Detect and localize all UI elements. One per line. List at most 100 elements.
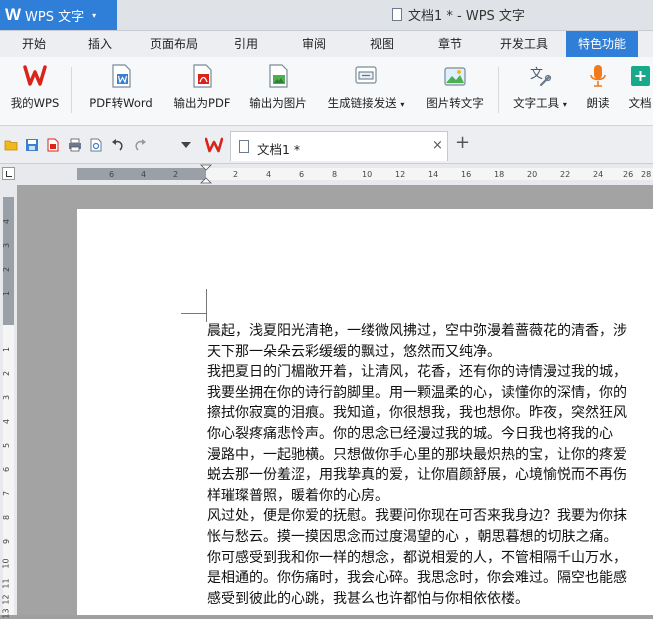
tab-home[interactable]: 开始 [8, 31, 60, 57]
document-tool-label: 文档 [628, 96, 652, 110]
pdf-to-word-button[interactable]: PDF转Word [82, 63, 160, 119]
pdf-to-word-label: PDF转Word [89, 96, 153, 110]
title-bar: W WPS 文字 ▾ 文档1 * - WPS 文字 [0, 0, 653, 31]
ruler-number: 18 [494, 170, 505, 179]
ruler-number: 4 [266, 170, 272, 179]
new-tab-icon[interactable]: + [455, 132, 470, 153]
text-line: 晨起，浅夏阳光清艳，一缕微风拂过，空中弥漫着蔷薇花的清香，涉 [207, 323, 627, 339]
save-icon[interactable] [25, 138, 39, 152]
document-page[interactable]: 晨起，浅夏阳光清艳，一缕微风拂过，空中弥漫着蔷薇花的清香，涉 天下那一朵朵云彩缓… [77, 209, 653, 615]
print-preview-icon[interactable] [89, 138, 103, 152]
tab-stop-selector[interactable] [2, 167, 15, 180]
ruler-number: 2 [2, 370, 12, 377]
my-wps-button[interactable]: 我的WPS [2, 63, 68, 119]
print-icon[interactable] [68, 138, 82, 152]
ruler-strip: 6 4 2 2 4 6 8 10 12 14 16 18 20 22 24 26… [77, 168, 653, 180]
ruler-number: 26 [623, 170, 634, 179]
document-tool-button[interactable]: 文档 [620, 63, 653, 119]
text-line: 我把夏日的门楣敞开着，让清风，花香，还有你的诗情漫过我的城， [207, 364, 627, 381]
export-pdf-button[interactable]: 输出为PDF [166, 63, 238, 119]
margin-corner-mark [181, 313, 206, 314]
ruler-number: 6 [299, 170, 305, 179]
pdf-to-word-icon [112, 64, 131, 88]
text-line: 蜕去那一份羞涩，用我挚真的爱，让你眉颜舒展，心境愉悦而不再伤 [207, 467, 627, 484]
svg-text:文: 文 [530, 67, 543, 82]
image-to-text-icon [444, 67, 466, 86]
ruler-number: 12 [395, 170, 406, 179]
horizontal-ruler[interactable]: 6 4 2 2 4 6 8 10 12 14 16 18 20 22 24 26… [0, 164, 653, 185]
document-body[interactable]: 晨起，浅夏阳光清艳，一缕微风拂过，空中弥漫着蔷薇花的清香，涉 天下那一朵朵云彩缓… [207, 321, 653, 615]
ruler-number: 2 [173, 170, 179, 179]
chevron-down-icon[interactable] [180, 140, 192, 150]
text-line: 你心裂疼痛悲怜声。你的思念已经漫过我的城。今日我也将我的心 [207, 425, 613, 442]
wps-logo-icon [23, 65, 47, 86]
ruler-number: 2 [233, 170, 239, 179]
quick-access-toolbar: 文档1 * × + [0, 126, 653, 164]
export-image-label: 输出为图片 [249, 96, 307, 110]
ribbon-divider [498, 67, 499, 113]
app-name: WPS 文字 [25, 9, 85, 25]
ruler-number: 6 [109, 170, 115, 179]
ruler-number: 13 [1, 608, 11, 619]
text-line: 我要坐拥在你的诗行韵脚里。用一颗温柔的心，读懂你的深情，你的 [207, 384, 627, 401]
export-pdf-label: 输出为PDF [173, 96, 231, 110]
my-wps-label: 我的WPS [10, 96, 60, 110]
ruler-number: 9 [2, 538, 12, 545]
ruler-number: 14 [428, 170, 439, 179]
ruler-number: 2 [2, 266, 12, 273]
ribbon-divider [71, 67, 72, 113]
read-aloud-button[interactable]: 朗读 [580, 63, 616, 119]
ruler-number: 4 [2, 218, 12, 225]
ruler-number: 1 [2, 346, 12, 353]
redo-icon[interactable] [133, 138, 147, 152]
chevron-down-icon: ▾ [562, 100, 567, 109]
document-tab-label: 文档1 * [257, 142, 301, 157]
text-line: 怅与愁云。摸一摸因思念而过度渴望的心 ，朝思暮想的切肤之痛。 [207, 528, 618, 545]
ruler-number: 7 [2, 490, 12, 497]
tab-developer[interactable]: 开发工具 [490, 31, 558, 57]
ruler-number: 5 [2, 442, 12, 449]
vertical-ruler[interactable]: 4 3 2 1 1 2 3 4 5 6 7 8 9 10 11 12 13 [0, 185, 17, 619]
ruler-number: 16 [461, 170, 472, 179]
chevron-down-icon: ▾ [92, 10, 97, 20]
text-line: 天下那一朵朵云彩缓缓的飘过，悠然而又纯净。 [207, 343, 501, 360]
text-line: 感受到彼此的心跳，我甚么也许都怕与你相依依楼。 [207, 590, 529, 607]
tab-references[interactable]: 引用 [218, 31, 274, 57]
tab-insert[interactable]: 插入 [72, 31, 128, 57]
tab-special-features[interactable]: 特色功能 [566, 31, 638, 57]
indent-marker-icon[interactable] [200, 164, 212, 185]
export-pdf-icon[interactable] [46, 138, 60, 152]
window-title-text: 文档1 * - WPS 文字 [408, 9, 525, 24]
document-tab[interactable]: 文档1 * × [230, 131, 448, 161]
ruler-number: 11 [1, 578, 11, 589]
document-tool-icon [631, 66, 650, 86]
share-link-button[interactable]: 生成链接发送 ▾ [318, 63, 414, 119]
text-line: 风过处，便是你爱的抚慰。我要问你现在可否来我身边？我要为你抹 [207, 508, 627, 525]
close-icon[interactable]: × [432, 138, 443, 153]
undo-icon[interactable] [111, 138, 125, 152]
document-icon [392, 8, 402, 21]
app-menu-button[interactable]: W WPS 文字 ▾ [0, 0, 117, 30]
ruler-number: 8 [332, 170, 338, 179]
open-folder-icon[interactable] [4, 138, 18, 152]
ruler-number: 1 [2, 290, 12, 297]
ruler-number: 4 [141, 170, 147, 179]
ribbon-tabs: 开始 插入 页面布局 引用 审阅 视图 章节 开发工具 特色功能 [0, 31, 653, 58]
wps-logo-icon: W [5, 5, 22, 24]
text-tools-button[interactable]: 文 文字工具 ▾ [506, 63, 574, 119]
tab-section[interactable]: 章节 [422, 31, 478, 57]
wps-logo-icon[interactable] [205, 137, 223, 153]
chevron-down-icon: ▾ [400, 100, 405, 109]
document-icon [239, 140, 249, 153]
document-canvas: 晨起，浅夏阳光清艳，一缕微风拂过，空中弥漫着蔷薇花的清香，涉 天下那一朵朵云彩缓… [17, 185, 653, 615]
tab-view[interactable]: 视图 [354, 31, 410, 57]
text-line: 擦拭你寂寞的泪痕。我知道，你很想我，我也想你。昨夜，突然狂风 [207, 405, 627, 422]
tab-review[interactable]: 审阅 [286, 31, 342, 57]
export-image-button[interactable]: 输出为图片 [240, 63, 316, 119]
ruler-number: 24 [593, 170, 604, 179]
share-link-label: 生成链接发送 ▾ [327, 96, 405, 110]
image-to-text-button[interactable]: 图片转文字 [418, 63, 492, 119]
tab-page-layout[interactable]: 页面布局 [140, 31, 208, 57]
ruler-number: 3 [2, 394, 12, 401]
ribbon-panel: 我的WPS PDF转Word 输出为PDF 输出为图片 生成链接发送 ▾ 图片转… [0, 57, 653, 126]
